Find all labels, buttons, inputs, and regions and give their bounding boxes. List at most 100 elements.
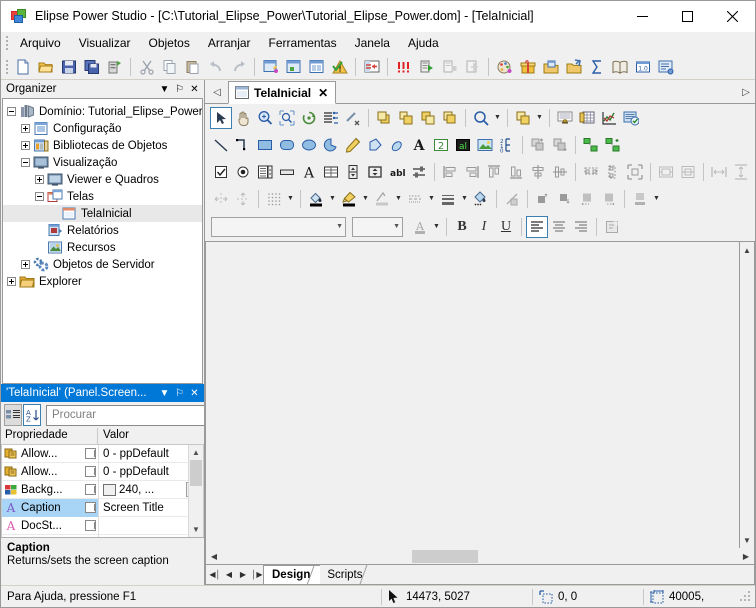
property-binding-icon[interactable] <box>85 484 96 495</box>
property-binding-icon[interactable] <box>85 502 96 513</box>
tree-item-configura-o[interactable]: Configuração <box>3 120 202 137</box>
radio-button-icon[interactable] <box>232 161 254 183</box>
gift-objects-icon[interactable] <box>516 56 539 78</box>
space-h-icon[interactable] <box>708 161 730 183</box>
align-center-v-icon[interactable] <box>549 161 571 183</box>
text-A-icon[interactable]: A <box>408 134 430 156</box>
line-style-dropdown-arrow-icon[interactable]: ▼ <box>426 188 437 210</box>
add-object-icon[interactable] <box>602 134 624 156</box>
arrow-select-icon[interactable] <box>210 107 232 129</box>
build-icon[interactable] <box>103 56 126 78</box>
flip-h-icon[interactable] <box>210 188 232 210</box>
polygon-icon[interactable] <box>364 134 386 156</box>
sum-icon[interactable] <box>585 56 608 78</box>
canvas-vscroll-track[interactable] <box>740 258 754 532</box>
properties-grid[interactable]: Allow...0 - ppDefaultAllow...0 - ppDefau… <box>1 445 204 537</box>
properties-list-icon[interactable] <box>320 107 342 129</box>
font-family-combo[interactable]: ▼ <box>211 217 346 237</box>
version-icon[interactable]: 1.0 <box>631 56 654 78</box>
checkbox-icon[interactable] <box>210 161 232 183</box>
distribute-v-icon[interactable] <box>602 161 624 183</box>
rounded-rect-icon[interactable] <box>276 134 298 156</box>
property-row[interactable]: Allow...0 - ppDefault <box>2 463 203 481</box>
tab-prev-button[interactable]: ◁ <box>209 81 225 103</box>
bring-front-icon[interactable] <box>373 107 395 129</box>
property-name-cell[interactable]: Allow... <box>2 463 99 481</box>
ellipse-icon[interactable] <box>298 134 320 156</box>
tree-expander-plus-icon[interactable] <box>21 260 30 269</box>
bold-button[interactable]: B <box>451 216 473 238</box>
screen-canvas[interactable] <box>205 241 739 548</box>
space-v-icon[interactable] <box>730 161 752 183</box>
tree-expander-plus-icon[interactable] <box>7 277 16 286</box>
tree-expander-plus-icon[interactable] <box>21 141 30 150</box>
open-project-icon[interactable] <box>562 56 585 78</box>
no-fill-icon[interactable] <box>501 188 523 210</box>
minimize-button[interactable] <box>620 1 665 32</box>
tree-item-explorer[interactable]: Explorer <box>3 273 202 290</box>
property-name-cell[interactable]: Backg... <box>2 481 99 499</box>
grid-dots-icon[interactable] <box>263 188 285 210</box>
pan-hand-icon[interactable] <box>232 107 254 129</box>
property-row[interactable]: FillStyle11 - bkBackg... <box>2 535 203 537</box>
bevel-icon[interactable] <box>629 188 651 210</box>
send-back-icon[interactable] <box>439 107 461 129</box>
save-icon[interactable] <box>57 56 80 78</box>
tree-expander-minus-icon[interactable] <box>35 192 44 201</box>
tab-last-button[interactable]: │▶ <box>250 566 264 584</box>
grid-control-icon[interactable] <box>320 161 342 183</box>
zoom-level-icon[interactable] <box>470 107 492 129</box>
line-icon[interactable] <box>210 134 232 156</box>
text-wrap-icon[interactable] <box>601 216 623 238</box>
organizer-close-button[interactable]: ✕ <box>187 82 202 97</box>
new-object-icon[interactable] <box>259 56 282 78</box>
table-icon[interactable] <box>576 107 598 129</box>
tree-expander-plus-icon[interactable] <box>35 175 44 184</box>
open-folder-icon[interactable] <box>34 56 57 78</box>
tree-expander-minus-icon[interactable] <box>21 158 30 167</box>
start-server-icon[interactable] <box>415 56 438 78</box>
same-height-icon[interactable] <box>677 161 699 183</box>
tree-item-bibliotecas-de-objetos[interactable]: Bibliotecas de Objetos <box>3 137 202 154</box>
database-link-icon[interactable] <box>360 56 383 78</box>
zoom-glass-icon[interactable] <box>254 107 276 129</box>
palette-icon[interactable] <box>493 56 516 78</box>
tree-item-objetos-de-servidor[interactable]: Objetos de Servidor <box>3 256 202 273</box>
close-button[interactable] <box>710 1 755 32</box>
undo-icon[interactable] <box>204 56 227 78</box>
button-icon[interactable] <box>276 161 298 183</box>
canvas-vertical-scrollbar[interactable]: ▲ ▼ <box>739 241 755 548</box>
polyline-icon[interactable] <box>232 134 254 156</box>
canvas-hscroll-track[interactable] <box>222 549 738 564</box>
underline-button[interactable]: U <box>495 216 517 238</box>
gradient-fill-icon[interactable] <box>470 188 492 210</box>
zoom-dropdown-arrow-icon[interactable]: ▼ <box>492 107 503 129</box>
menu-arquivo[interactable]: Arquivo <box>11 33 70 53</box>
bevel-dropdown-arrow-icon[interactable]: ▼ <box>651 188 662 210</box>
tree-item-visualiza-o[interactable]: Visualização <box>3 154 202 171</box>
scroll-track[interactable] <box>189 460 203 522</box>
tab-next-button[interactable]: ▶ <box>236 566 250 584</box>
tab-next-button[interactable]: ▷ <box>737 81 755 103</box>
organizer-menu-button[interactable]: ▼ <box>157 82 172 97</box>
toolbar-grip[interactable] <box>3 59 11 75</box>
properties-pin-button[interactable]: ⚐ <box>172 386 187 401</box>
ungroup-objects-icon[interactable] <box>549 134 571 156</box>
align-top-icon[interactable] <box>483 161 505 183</box>
properties-menu-button[interactable]: ▼ <box>157 386 172 401</box>
zoom-region-icon[interactable] <box>276 107 298 129</box>
spinner-icon[interactable] <box>342 161 364 183</box>
tab-scripts[interactable]: Scripts <box>319 565 372 584</box>
maximize-button[interactable] <box>665 1 710 32</box>
shadow-left-icon[interactable] <box>576 188 598 210</box>
textbox-abl-icon[interactable]: abl <box>386 161 408 183</box>
report-icon[interactable] <box>654 56 677 78</box>
italic-button[interactable]: I <box>473 216 495 238</box>
align-left-icon[interactable] <box>439 161 461 183</box>
clear-format-icon[interactable] <box>342 107 364 129</box>
combo-spin-icon[interactable] <box>364 161 386 183</box>
object-list-icon[interactable] <box>305 56 328 78</box>
warnings-icon[interactable] <box>328 56 351 78</box>
alarm-icon[interactable] <box>554 107 576 129</box>
property-name-cell[interactable]: FillStyle <box>2 535 99 538</box>
